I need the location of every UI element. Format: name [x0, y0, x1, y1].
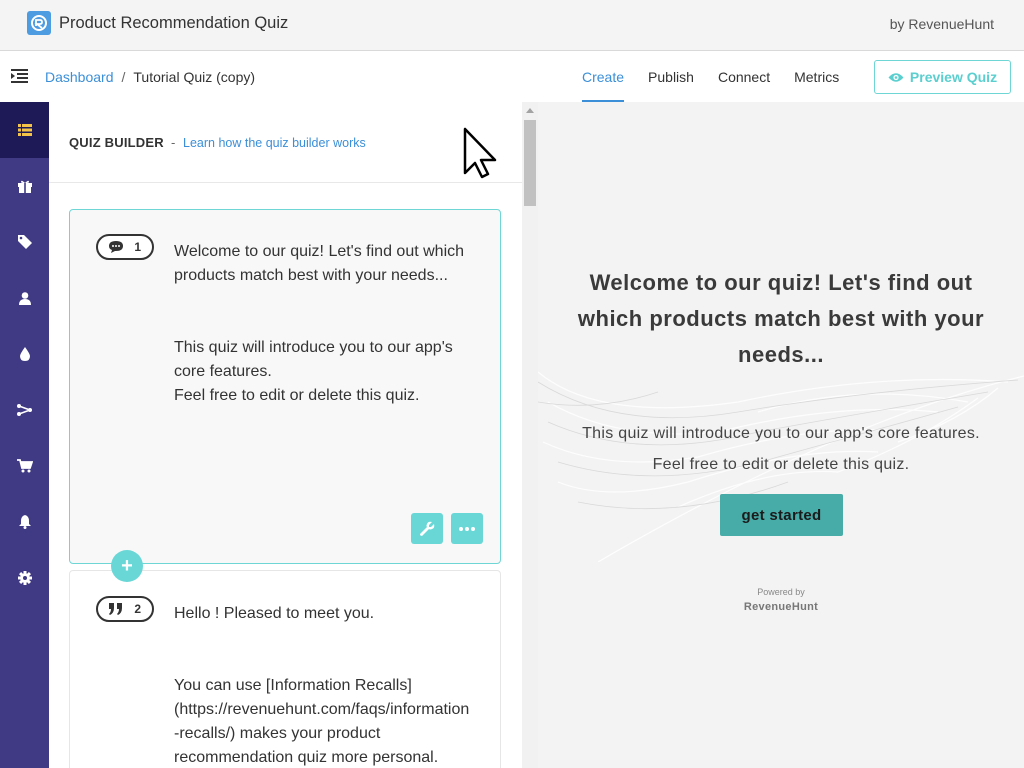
- preview-quiz-label: Preview Quiz: [909, 69, 998, 85]
- card-1-line: This quiz will introduce you to our app'…: [174, 339, 453, 356]
- powered-by-brand[interactable]: RevenueHunt: [538, 601, 1024, 613]
- get-started-button[interactable]: get started: [720, 494, 843, 536]
- preview-title-line: needs...: [738, 342, 824, 367]
- sidebar-item-products[interactable]: [0, 158, 49, 214]
- wrench-icon: [420, 521, 435, 536]
- menu-toggle-icon[interactable]: [11, 68, 29, 84]
- builder-help-link[interactable]: Learn how the quiz builder works: [183, 136, 366, 150]
- card-1-line: [174, 312, 479, 336]
- card-2-number: 2: [134, 602, 141, 616]
- scrollbar-thumb[interactable]: [524, 120, 536, 206]
- card-1-badge: 1: [96, 234, 154, 260]
- preview-title-line: Welcome to our quiz! Let's find out: [589, 270, 973, 295]
- card-1-line: [174, 288, 479, 312]
- mouse-cursor-icon: [463, 127, 497, 179]
- cart-icon: [16, 459, 33, 473]
- speech-bubble-icon: [109, 241, 123, 253]
- card-2-badge: 2: [96, 596, 154, 622]
- drop-icon: [19, 347, 30, 361]
- gift-icon: [17, 180, 32, 193]
- sidebar-item-builder[interactable]: [0, 102, 49, 158]
- card-1-line: core features.: [174, 363, 272, 380]
- sidebar-item-notifications[interactable]: [0, 494, 49, 550]
- sidebar-item-design[interactable]: [0, 326, 49, 382]
- add-question-button[interactable]: +: [111, 550, 143, 582]
- nav-bar: Dashboard / Tutorial Quiz (copy) Create Pu…: [0, 52, 1024, 102]
- sidebar-item-settings[interactable]: [0, 550, 49, 606]
- preview-quiz-button[interactable]: Preview Quiz: [874, 60, 1011, 94]
- breadcrumb-current: Tutorial Quiz (copy): [133, 69, 256, 85]
- card-1-line: products match best with your needs...: [174, 267, 448, 284]
- flow-icon: [17, 404, 32, 416]
- user-icon: [18, 291, 31, 305]
- powered-by-label: Powered by: [757, 587, 805, 597]
- builder-header: QUIZ BUILDER - Learn how the quiz builde…: [49, 102, 522, 183]
- app-title: Product Recommendation Quiz: [59, 14, 289, 32]
- app-logo-icon: [27, 11, 51, 35]
- tab-metrics[interactable]: Metrics: [782, 52, 851, 102]
- card-2-line: (https://revenuehunt.com/faqs/informatio…: [174, 701, 470, 718]
- builder-scrollbar[interactable]: [522, 102, 538, 768]
- quiz-builder-panel: QUIZ BUILDER - Learn how the quiz builde…: [49, 102, 522, 768]
- tab-bar: Create Publish Connect Metrics: [570, 52, 851, 102]
- card-2-line: You can use [Information Recalls]: [174, 677, 412, 694]
- more-options-button[interactable]: [451, 513, 483, 544]
- tag-icon: [17, 235, 32, 249]
- preview-description: This quiz will introduce you to our app'…: [548, 418, 1014, 480]
- card-1-text: Welcome to our quiz! Let's find out whic…: [174, 240, 479, 408]
- preview-title-line: which products match best with your: [577, 306, 985, 331]
- tab-connect[interactable]: Connect: [706, 52, 782, 102]
- breadcrumb-dashboard-link[interactable]: Dashboard: [45, 69, 114, 85]
- card-2-line: -recalls/) makes your product: [174, 725, 381, 742]
- breadcrumb: Dashboard / Tutorial Quiz (copy): [45, 69, 255, 85]
- tab-create[interactable]: Create: [570, 52, 636, 102]
- builder-title: QUIZ BUILDER: [69, 135, 164, 150]
- card-2-line: Hello ! Pleased to meet you.: [174, 605, 375, 622]
- card-1-number: 1: [134, 240, 141, 254]
- quote-icon: [109, 603, 122, 615]
- eye-icon: [888, 72, 904, 82]
- sidebar-item-flow[interactable]: [0, 382, 49, 438]
- card-1-line: Feel free to edit or delete this quiz.: [174, 387, 420, 404]
- sidebar: [0, 102, 49, 768]
- bell-icon: [18, 515, 31, 529]
- card-2-line: [174, 650, 479, 674]
- card-2-line: [174, 626, 479, 650]
- builder-title-dash: -: [171, 135, 176, 150]
- by-line: by RevenueHunt: [889, 16, 994, 32]
- card-2-line: recommendation quiz more personal.: [174, 749, 439, 766]
- preview-title: Welcome to our quiz! Let's find out whic…: [558, 265, 1004, 373]
- edit-card-button[interactable]: [411, 513, 443, 544]
- quiz-preview-panel: Welcome to our quiz! Let's find out whic…: [538, 102, 1024, 768]
- card-1-line: Welcome to our quiz! Let's find out whic…: [174, 243, 465, 260]
- tab-publish[interactable]: Publish: [636, 52, 706, 102]
- question-card-1[interactable]: 1 Welcome to our quiz! Let's find out wh…: [69, 209, 501, 564]
- breadcrumb-separator: /: [121, 69, 126, 85]
- sidebar-item-cart[interactable]: [0, 438, 49, 494]
- sidebar-item-tags[interactable]: [0, 214, 49, 270]
- gear-icon: [17, 571, 32, 585]
- ellipsis-icon: [459, 526, 475, 531]
- top-bar: Product Recommendation Quiz by RevenueHu…: [0, 0, 1024, 51]
- card-2-text: Hello ! Pleased to meet you. You can use…: [174, 602, 479, 768]
- scroll-up-arrow-icon[interactable]: [526, 108, 534, 113]
- list-icon: [17, 124, 32, 136]
- sidebar-item-users[interactable]: [0, 270, 49, 326]
- preview-desc-line: This quiz will introduce you to our app'…: [582, 425, 980, 442]
- question-card-2[interactable]: 2 Hello ! Pleased to meet you. You can u…: [69, 570, 501, 768]
- preview-desc-line: Feel free to edit or delete this quiz.: [652, 456, 910, 473]
